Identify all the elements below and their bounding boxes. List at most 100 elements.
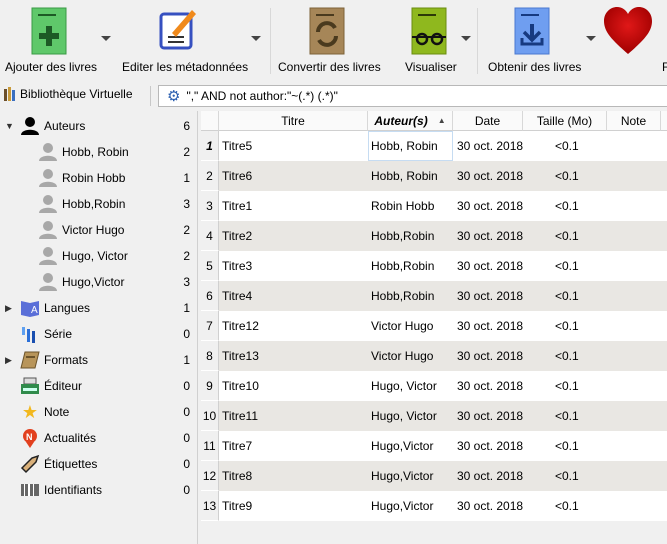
cell-date[interactable]: 30 oct. 2018 [457, 161, 527, 191]
cell-size[interactable]: <0.1 [555, 221, 615, 251]
table-row[interactable]: 12 Titre8 Hugo,Victor 30 oct. 2018 <0.1 [201, 461, 667, 491]
cell-date[interactable]: 30 oct. 2018 [457, 191, 527, 221]
table-row[interactable]: 5 Titre3 Hobb,Robin 30 oct. 2018 <0.1 [201, 251, 667, 281]
cell-date[interactable]: 30 oct. 2018 [457, 251, 527, 281]
cell-title[interactable]: Titre8 [222, 461, 368, 491]
cell-authors[interactable]: Victor Hugo [371, 311, 456, 341]
cell-authors[interactable]: Hugo, Victor [371, 371, 456, 401]
table-row[interactable]: 8 Titre13 Victor Hugo 30 oct. 2018 <0.1 [201, 341, 667, 371]
cell-rating[interactable] [607, 161, 661, 191]
get-books-button[interactable]: Obtenir des livres [480, 0, 600, 84]
sidebar-item[interactable]: N Actualités 0 [0, 425, 197, 451]
cell-date[interactable]: 30 oct. 2018 [457, 491, 527, 521]
cell-date[interactable]: 30 oct. 2018 [457, 131, 527, 161]
row-number[interactable]: 5 [201, 251, 219, 281]
cell-rating[interactable] [607, 341, 661, 371]
row-number[interactable]: 13 [201, 491, 219, 521]
table-row[interactable]: 9 Titre10 Hugo, Victor 30 oct. 2018 <0.1 [201, 371, 667, 401]
cell-title[interactable]: Titre12 [222, 311, 368, 341]
cell-rating[interactable] [607, 251, 661, 281]
cell-rating[interactable] [607, 311, 661, 341]
cell-rating[interactable] [607, 431, 661, 461]
cell-rating[interactable] [607, 491, 661, 521]
add-books-button[interactable]: Ajouter des livres [0, 0, 115, 84]
table-row[interactable]: 1 Titre5 Hobb, Robin 30 oct. 2018 <0.1 [201, 131, 667, 161]
sidebar-item[interactable]: Hobb, Robin 2 [0, 139, 197, 165]
cell-authors[interactable]: Hobb,Robin [371, 221, 456, 251]
sidebar-item[interactable]: Étiquettes 0 [0, 451, 197, 477]
row-number[interactable]: 11 [201, 431, 219, 461]
cell-date[interactable]: 30 oct. 2018 [457, 281, 527, 311]
edit-metadata-button[interactable]: Editer les métadonnées [115, 0, 265, 84]
cell-size[interactable]: <0.1 [555, 491, 615, 521]
sidebar-item[interactable]: Hugo, Victor 2 [0, 243, 197, 269]
cell-authors[interactable]: Hugo,Victor [371, 461, 456, 491]
cell-size[interactable]: <0.1 [555, 131, 615, 161]
cell-date[interactable]: 30 oct. 2018 [457, 221, 527, 251]
row-number[interactable]: 12 [201, 461, 219, 491]
column-header-size[interactable]: Taille (Mo) [523, 111, 607, 131]
cell-authors[interactable]: Hobb,Robin [371, 251, 456, 281]
cell-size[interactable]: <0.1 [555, 251, 615, 281]
cell-authors[interactable]: Victor Hugo [371, 341, 456, 371]
get-books-dropdown[interactable] [586, 36, 596, 41]
donate-button[interactable]: F [600, 0, 667, 84]
table-row[interactable]: 2 Titre6 Hobb, Robin 30 oct. 2018 <0.1 [201, 161, 667, 191]
cell-size[interactable]: <0.1 [555, 341, 615, 371]
cell-size[interactable]: <0.1 [555, 431, 615, 461]
cell-size[interactable]: <0.1 [555, 401, 615, 431]
view-button[interactable]: Visualiser [398, 0, 474, 84]
cell-authors[interactable]: Hugo,Victor [371, 491, 456, 521]
view-dropdown[interactable] [461, 36, 471, 41]
cell-title[interactable]: Titre9 [222, 491, 368, 521]
cell-size[interactable]: <0.1 [555, 461, 615, 491]
sidebar-item[interactable]: ▶ Formats 1 [0, 347, 197, 373]
cell-title[interactable]: Titre2 [222, 221, 368, 251]
cell-date[interactable]: 30 oct. 2018 [457, 311, 527, 341]
cell-rating[interactable] [607, 461, 661, 491]
convert-books-button[interactable]: Convertir des livres [272, 0, 390, 84]
cell-authors[interactable]: Hobb,Robin [371, 281, 456, 311]
cell-size[interactable]: <0.1 [555, 161, 615, 191]
table-row[interactable]: 6 Titre4 Hobb,Robin 30 oct. 2018 <0.1 [201, 281, 667, 311]
row-number[interactable]: 9 [201, 371, 219, 401]
sidebar-item[interactable]: Hobb,Robin 3 [0, 191, 197, 217]
cell-title[interactable]: Titre7 [222, 431, 368, 461]
sidebar-item[interactable]: ▶ A Langues 1 [0, 295, 197, 321]
cell-rating[interactable] [607, 281, 661, 311]
row-number[interactable]: 6 [201, 281, 219, 311]
cell-title[interactable]: Titre3 [222, 251, 368, 281]
row-number[interactable]: 1 [201, 131, 219, 161]
cell-rating[interactable] [607, 131, 661, 161]
cell-title[interactable]: Titre6 [222, 161, 368, 191]
search-input[interactable]: ⚙ "," AND not author:"~(.*) (.*)" [158, 85, 667, 107]
cell-authors[interactable]: Hugo,Victor [371, 431, 456, 461]
cell-title[interactable]: Titre4 [222, 281, 368, 311]
row-number[interactable]: 4 [201, 221, 219, 251]
sidebar-item[interactable]: Robin Hobb 1 [0, 165, 197, 191]
cell-date[interactable]: 30 oct. 2018 [457, 341, 527, 371]
row-number[interactable]: 10 [201, 401, 219, 431]
sidebar-item[interactable]: ▼ Auteurs 6 [0, 113, 197, 139]
column-header-title[interactable]: Titre [219, 111, 368, 131]
cell-rating[interactable] [607, 401, 661, 431]
cell-title[interactable]: Titre5 [222, 131, 368, 161]
cell-date[interactable]: 30 oct. 2018 [457, 401, 527, 431]
cell-authors[interactable]: Hugo, Victor [371, 401, 456, 431]
cell-date[interactable]: 30 oct. 2018 [457, 431, 527, 461]
expand-arrow-icon[interactable]: ▶ [5, 303, 12, 314]
cell-size[interactable]: <0.1 [555, 311, 615, 341]
table-row[interactable]: 10 Titre11 Hugo, Victor 30 oct. 2018 <0.… [201, 401, 667, 431]
cell-date[interactable]: 30 oct. 2018 [457, 461, 527, 491]
sidebar-item[interactable]: Éditeur 0 [0, 373, 197, 399]
expand-arrow-icon[interactable]: ▶ [5, 355, 12, 366]
cell-date[interactable]: 30 oct. 2018 [457, 371, 527, 401]
cell-rating[interactable] [607, 371, 661, 401]
table-row[interactable]: 4 Titre2 Hobb,Robin 30 oct. 2018 <0.1 [201, 221, 667, 251]
cell-authors[interactable]: Robin Hobb [371, 191, 456, 221]
table-row[interactable]: 11 Titre7 Hugo,Victor 30 oct. 2018 <0.1 [201, 431, 667, 461]
sidebar-item[interactable]: Hugo,Victor 3 [0, 269, 197, 295]
cell-authors[interactable]: Hobb, Robin [371, 161, 456, 191]
cell-title[interactable]: Titre11 [222, 401, 368, 431]
cell-size[interactable]: <0.1 [555, 371, 615, 401]
